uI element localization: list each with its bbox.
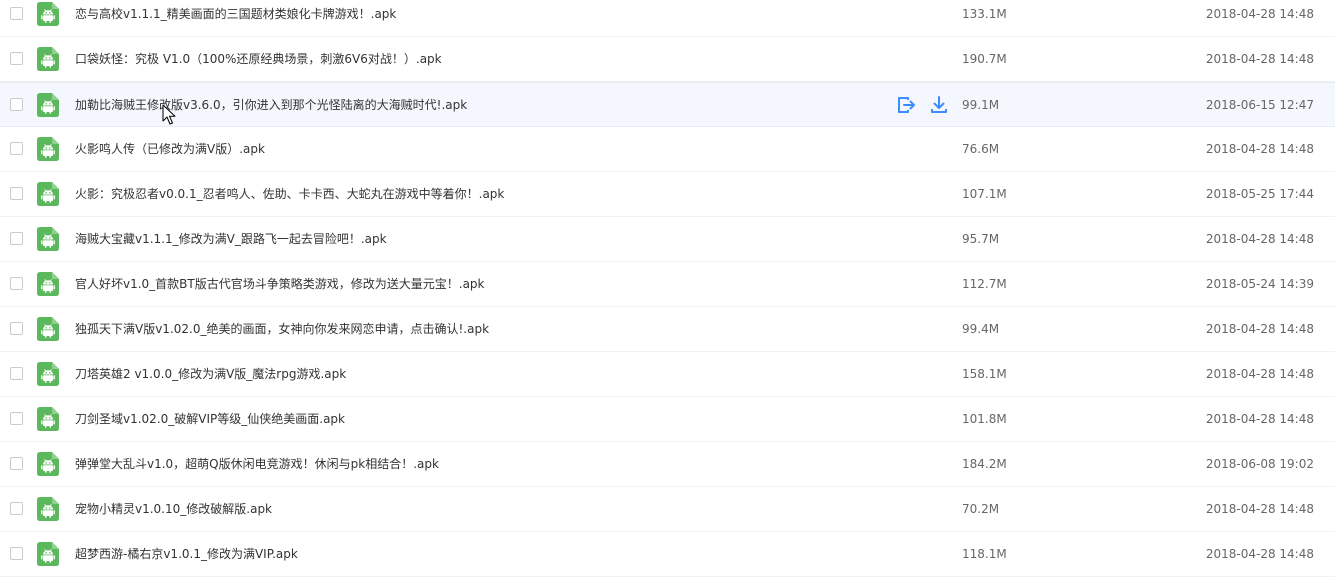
android-apk-icon [37,182,59,206]
row-checkbox[interactable] [10,187,23,200]
share-icon[interactable] [896,95,916,115]
file-date: 2018-05-24 14:39 [1205,277,1314,291]
file-date: 2018-04-28 14:48 [1205,142,1314,156]
android-apk-icon [37,227,59,251]
row-checkbox[interactable] [10,277,23,290]
row-checkbox[interactable] [10,322,23,335]
android-apk-icon [37,137,59,161]
file-name-link[interactable]: 火影：究极忍者v0.0.1_忍者鸣人、佐助、卡卡西、大蛇丸在游戏中等着你！.ap… [75,186,504,202]
row-checkbox[interactable] [10,52,23,65]
file-list: 恋与高校v1.1.1_精美画面的三国题材类娘化卡牌游戏！.apk 133.1M 20… [0,0,1335,577]
row-checkbox[interactable] [10,7,23,20]
file-name-link[interactable]: 刀塔英雄2 v1.0.0_修改为满V版_魔法rpg游戏.apk [75,366,346,382]
android-apk-icon [37,542,59,566]
file-date: 2018-04-28 14:48 [1205,502,1314,516]
file-row[interactable]: 弹弹堂大乱斗v1.0，超萌Q版休闲电竞游戏！休闲与pk相结合！.apk 184.2… [0,442,1335,487]
file-date: 2018-04-28 14:48 [1205,52,1314,66]
android-apk-icon [37,317,59,341]
file-row[interactable]: 刀剑圣域v1.02.0_破解VIP等级_仙侠绝美画面.apk 101.8M 2018… [0,397,1335,442]
file-name-link[interactable]: 官人好坏v1.0_首款BT版古代官场斗争策略类游戏，修改为送大量元宝！.apk [75,276,485,292]
file-size: 95.7M [962,232,1000,246]
file-name-link[interactable]: 火影鸣人传（已修改为满V版）.apk [75,141,265,157]
android-apk-icon [37,497,59,521]
file-date: 2018-06-15 12:47 [1205,98,1314,112]
file-row[interactable]: 官人好坏v1.0_首款BT版古代官场斗争策略类游戏，修改为送大量元宝！.apk 1… [0,262,1335,307]
file-date: 2018-04-28 14:48 [1205,322,1314,336]
android-apk-icon [37,407,59,431]
row-checkbox[interactable] [10,502,23,515]
file-name-link[interactable]: 独孤天下满V版v1.02.0_绝美的画面，女神向你发来网恋申请，点击确认!.ap… [75,321,489,337]
android-apk-icon [37,93,59,117]
file-row[interactable]: 火影鸣人传（已修改为满V版）.apk 76.6M 2018-04-28 14:48 [0,127,1335,172]
file-date: 2018-04-28 14:48 [1205,547,1314,561]
file-name-link[interactable]: 恋与高校v1.1.1_精美画面的三国题材类娘化卡牌游戏！.apk [75,6,396,22]
file-row[interactable]: 恋与高校v1.1.1_精美画面的三国题材类娘化卡牌游戏！.apk 133.1M 20… [0,0,1335,37]
file-row[interactable]: 超梦西游-橘右京v1.0.1_修改为满VIP.apk 118.1M 2018-04-… [0,532,1335,577]
file-name-link[interactable]: 口袋妖怪：究极 V1.0（100%还原经典场景，刺激6V6对战！）.apk [75,51,442,67]
file-size: 99.1M [962,98,1000,112]
android-apk-icon [37,452,59,476]
file-size: 76.6M [962,142,1000,156]
row-checkbox[interactable] [10,412,23,425]
file-row[interactable]: 独孤天下满V版v1.02.0_绝美的画面，女神向你发来网恋申请，点击确认!.ap… [0,307,1335,352]
file-row[interactable]: 宠物小精灵v1.0.10_修改破解版.apk 70.2M 2018-04-28 14… [0,487,1335,532]
row-checkbox[interactable] [10,457,23,470]
file-row[interactable]: 火影：究极忍者v0.0.1_忍者鸣人、佐助、卡卡西、大蛇丸在游戏中等着你！.ap… [0,172,1335,217]
row-checkbox[interactable] [10,142,23,155]
file-date: 2018-04-28 14:48 [1205,367,1314,381]
file-date: 2018-05-25 17:44 [1205,187,1314,201]
android-apk-icon [37,47,59,71]
file-size: 118.1M [962,547,1007,561]
file-row[interactable]: 刀塔英雄2 v1.0.0_修改为满V版_魔法rpg游戏.apk 158.1M 201… [0,352,1335,397]
file-name-link[interactable]: 海贼大宝藏v1.1.1_修改为满V_跟路飞一起去冒险吧！.apk [75,231,387,247]
file-size: 133.1M [962,7,1007,21]
file-row[interactable]: 加勒比海贼王修改版v3.6.0，引你进入到那个光怪陆离的大海贼时代!.apk 99… [0,82,1335,127]
file-size: 107.1M [962,187,1007,201]
file-name-link[interactable]: 刀剑圣域v1.02.0_破解VIP等级_仙侠绝美画面.apk [75,411,345,427]
file-size: 158.1M [962,367,1007,381]
file-size: 99.4M [962,322,1000,336]
row-checkbox[interactable] [10,232,23,245]
android-apk-icon [37,2,59,26]
file-row[interactable]: 口袋妖怪：究极 V1.0（100%还原经典场景，刺激6V6对战！）.apk 190… [0,37,1335,82]
file-name-link[interactable]: 宠物小精灵v1.0.10_修改破解版.apk [75,501,272,517]
file-size: 190.7M [962,52,1007,66]
android-apk-icon [37,272,59,296]
row-checkbox[interactable] [10,98,23,111]
row-checkbox[interactable] [10,367,23,380]
file-row[interactable]: 海贼大宝藏v1.1.1_修改为满V_跟路飞一起去冒险吧！.apk 95.7M 201… [0,217,1335,262]
file-name-link[interactable]: 加勒比海贼王修改版v3.6.0，引你进入到那个光怪陆离的大海贼时代!.apk [75,97,467,113]
file-date: 2018-06-08 19:02 [1205,457,1314,471]
file-date: 2018-04-28 14:48 [1205,412,1314,426]
file-size: 112.7M [962,277,1007,291]
file-size: 70.2M [962,502,1000,516]
file-size: 101.8M [962,412,1007,426]
file-name-link[interactable]: 弹弹堂大乱斗v1.0，超萌Q版休闲电竞游戏！休闲与pk相结合！.apk [75,456,439,472]
file-date: 2018-04-28 14:48 [1205,232,1314,246]
row-checkbox[interactable] [10,547,23,560]
file-size: 184.2M [962,457,1007,471]
android-apk-icon [37,362,59,386]
file-date: 2018-04-28 14:48 [1205,7,1314,21]
file-name-link[interactable]: 超梦西游-橘右京v1.0.1_修改为满VIP.apk [75,546,298,562]
download-icon[interactable] [929,95,949,115]
